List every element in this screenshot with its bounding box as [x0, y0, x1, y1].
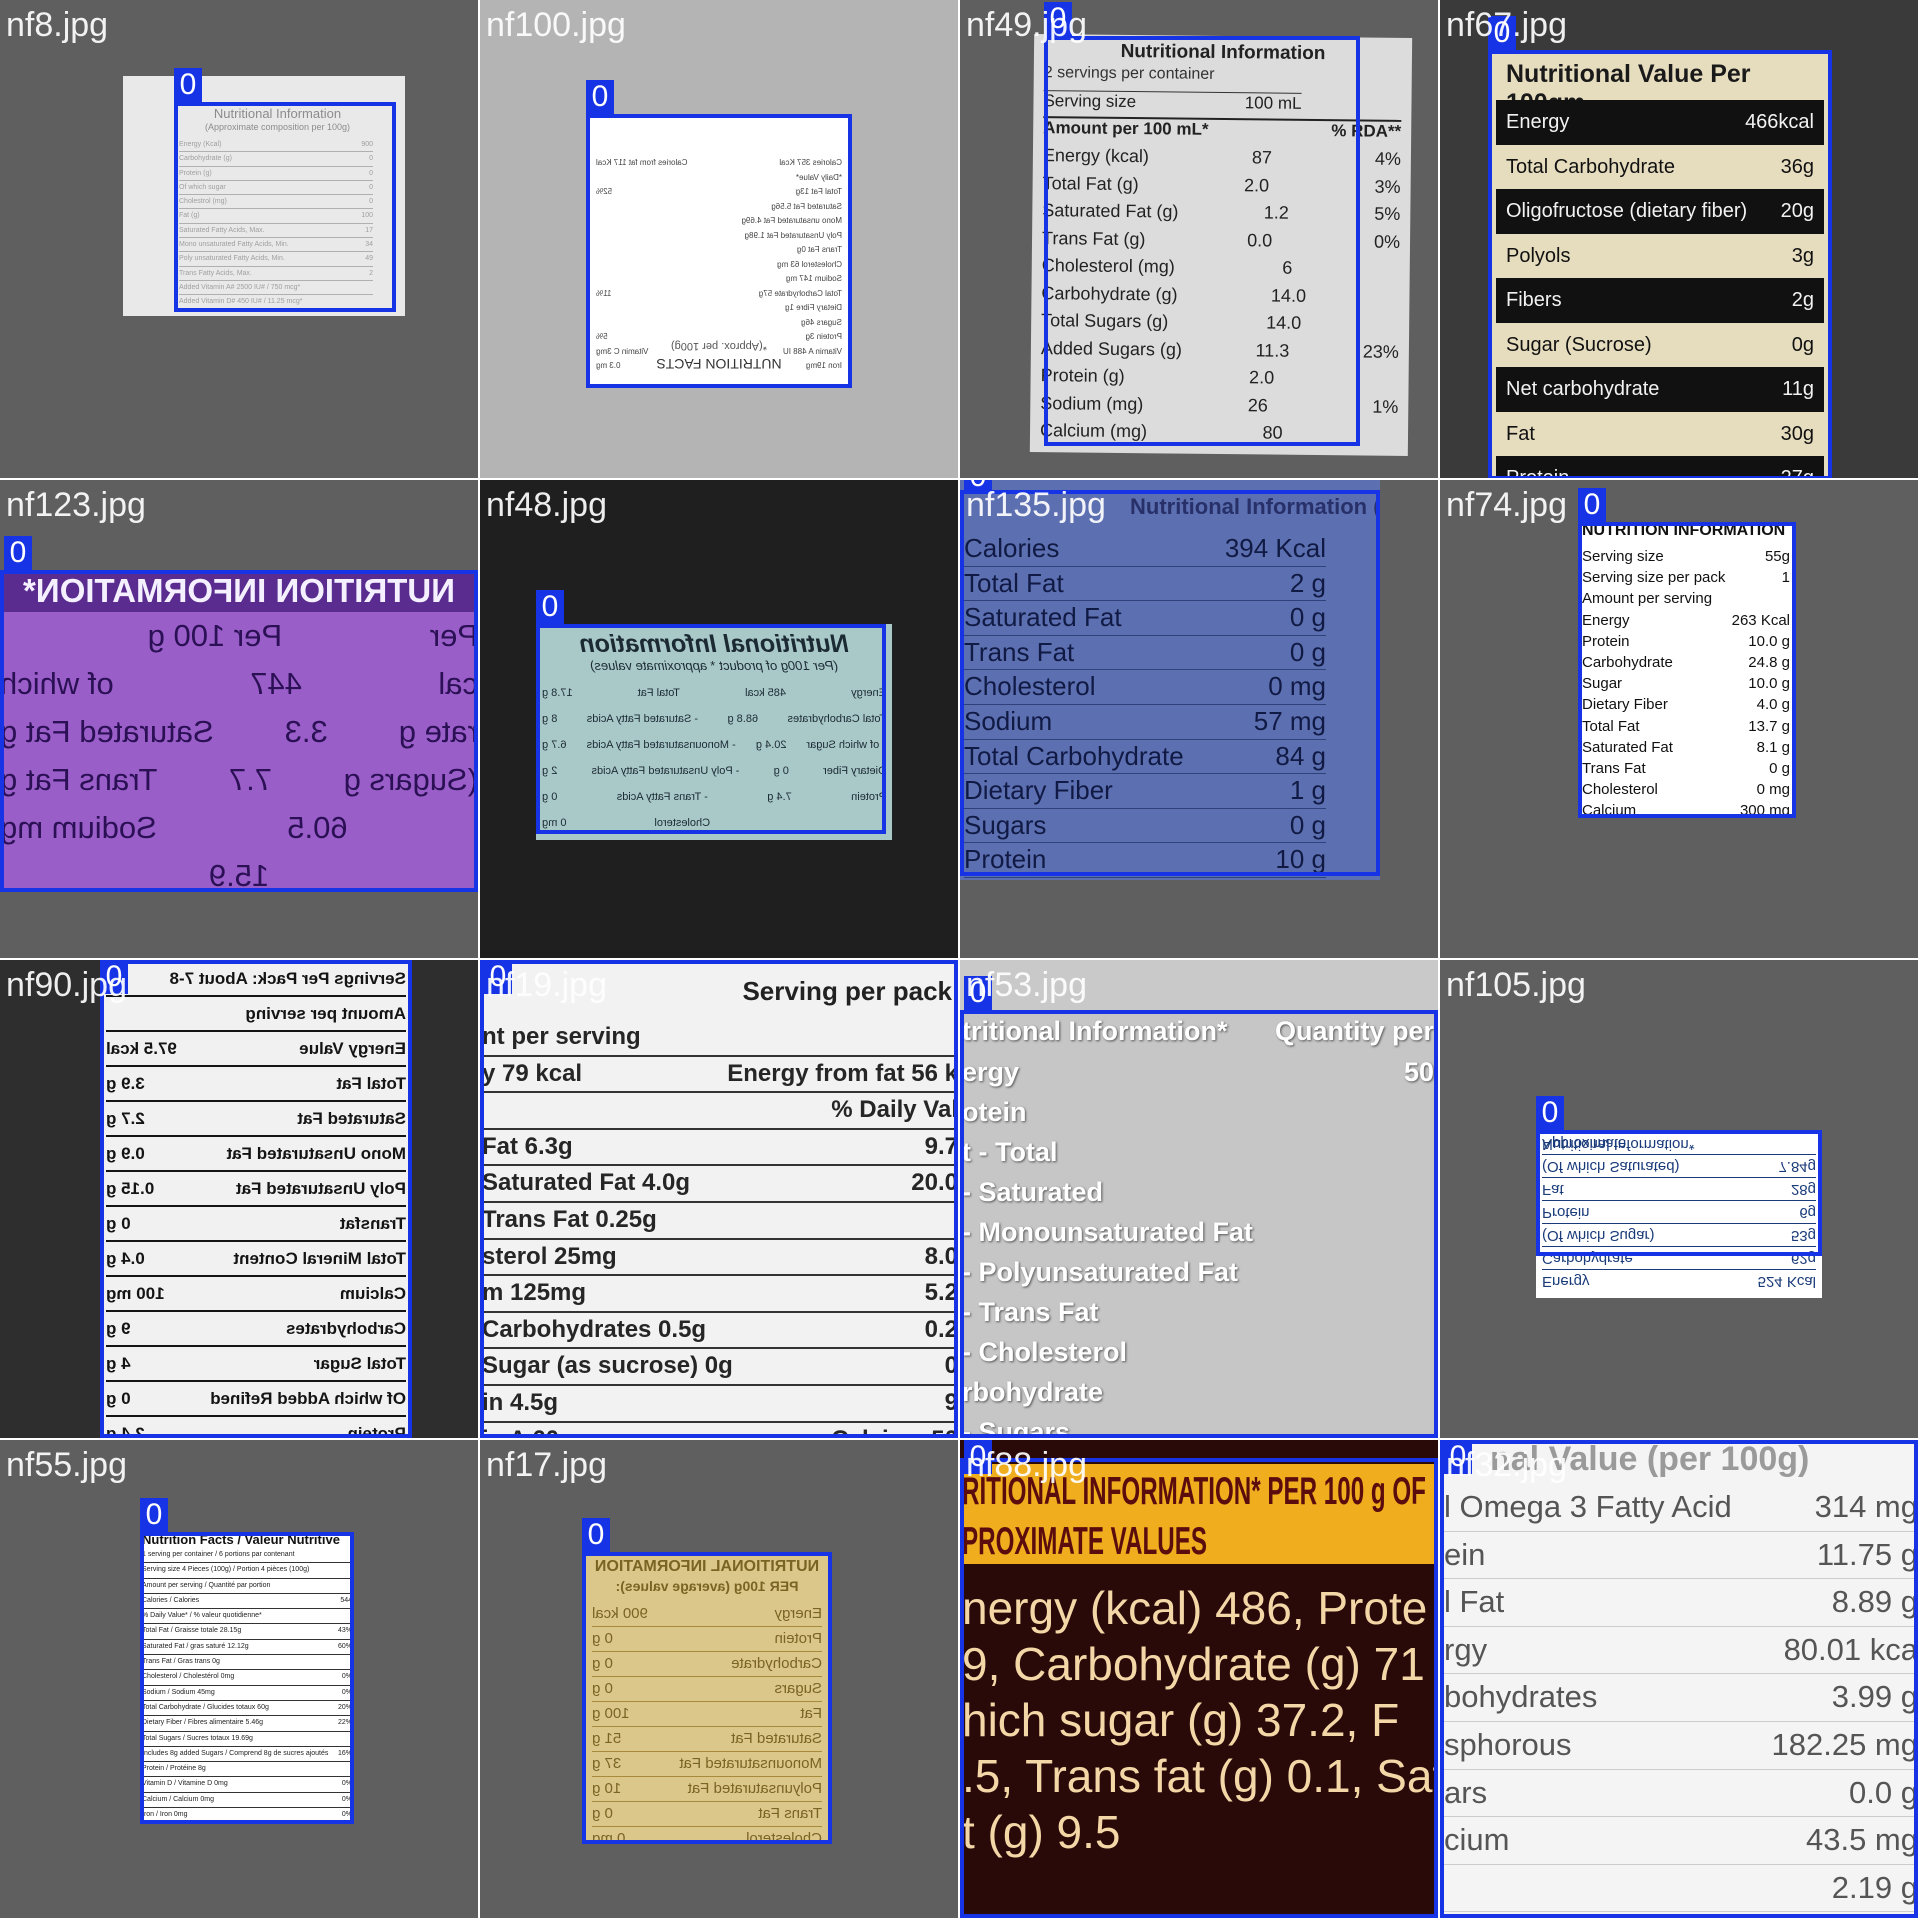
detection-box[interactable]: 0	[1044, 2, 1360, 446]
row-value: 524 Kcal	[1757, 1273, 1816, 1290]
class-tag: 0	[1578, 488, 1606, 522]
filename: nf105.jpg	[1446, 966, 1586, 1004]
tile-nf17[interactable]: NUTRITIONAL INFORMATION PER 100g (averag…	[480, 1440, 958, 1918]
class-tag: 0	[4, 536, 32, 570]
tile-nf74[interactable]: NUTRITION INFORMATION Serving size 55g Ser…	[1440, 480, 1918, 958]
class-tag: 0	[1536, 1096, 1564, 1130]
detection-box[interactable]: 0	[100, 960, 412, 1438]
class-tag: 0	[100, 960, 128, 994]
class-tag: 0	[964, 1440, 992, 1474]
detection-mosaic: Nutritional Information (Approximate com…	[0, 0, 1920, 1920]
row-value: 4%	[1374, 148, 1402, 169]
class-tag: 0	[964, 480, 992, 494]
class-tag: 0	[586, 80, 614, 114]
detection-box[interactable]: 0	[960, 976, 1438, 1438]
filename: nf74.jpg	[1446, 486, 1567, 524]
tile-nf90[interactable]: Servings Per Pack: About 7-8 Amount per s…	[0, 960, 478, 1438]
detection-box[interactable]: 0	[1578, 488, 1796, 818]
row-value: 23%	[1362, 340, 1399, 362]
filename: nf17.jpg	[486, 1446, 607, 1484]
detection-box[interactable]: 0	[960, 480, 1380, 876]
class-tag: 0	[140, 1498, 168, 1532]
class-tag: 0	[536, 590, 564, 624]
tile-nf53[interactable]: tritional Information* Quantity per ergy…	[960, 960, 1438, 1438]
tile-nf123[interactable]: NUTRITION INFORMATION* Per Per 100 g cal 44…	[0, 480, 478, 958]
filename: nf123.jpg	[6, 486, 146, 524]
detection-box[interactable]: 0	[536, 590, 886, 834]
detection-box[interactable]: 0	[960, 1440, 1438, 1918]
tile-nf135[interactable]: Nutritional Information (approx.) Per 10…	[960, 480, 1438, 958]
detection-box[interactable]: 0	[1488, 16, 1832, 478]
class-tag: 0	[1488, 16, 1516, 50]
tile-nf67[interactable]: Nutritional Value Per 100gm Energy466kca…	[1440, 0, 1918, 478]
filename: nf48.jpg	[486, 486, 607, 524]
class-tag: 0	[1044, 2, 1072, 36]
detection-box[interactable]: 0	[1440, 1440, 1918, 1918]
filename: nf8.jpg	[6, 6, 109, 44]
row-value: 5%	[1374, 203, 1401, 224]
tile-nf19[interactable]: Serving per pack nt per serving y 79 kcal…	[480, 960, 958, 1438]
row-value: 0%	[1373, 231, 1401, 252]
detection-box[interactable]: 0	[140, 1498, 354, 1824]
row-value: 1%	[1372, 396, 1399, 417]
detection-box[interactable]: 0	[480, 960, 958, 1438]
tile-nf100[interactable]: NUTRITION FACTS *(Approx. per 100g) Calo…	[480, 0, 958, 478]
detection-box[interactable]: 0	[586, 80, 852, 388]
class-tag: 0	[174, 68, 202, 102]
tile-nf105[interactable]: Energy 524 Kcal Carbohydrate 62g (Of which S…	[1440, 960, 1918, 1438]
tile-nf32[interactable]: nal Value (per 100g) l Omega 3 Fatty Aci…	[1440, 1440, 1918, 1918]
class-tag: 0	[964, 976, 992, 1010]
detection-box[interactable]: 0	[174, 68, 396, 312]
tile-nf8[interactable]: Nutritional Information (Approximate com…	[0, 0, 478, 478]
class-tag: 0	[484, 960, 512, 994]
tile-nf49[interactable]: Nutritional Information 2 servings per c…	[960, 0, 1438, 478]
detection-box[interactable]: 0	[1536, 1096, 1822, 1256]
tile-nf55[interactable]: Nutrition Facts / Valeur Nutritive 1 ser…	[0, 1440, 478, 1918]
nutrient-row: Energy 524 Kcal	[1542, 1269, 1816, 1292]
tile-nf88[interactable]: RITIONAL INFORMATION* PER 100 g OF PROXI…	[960, 1440, 1438, 1918]
row-value: 3%	[1374, 176, 1401, 197]
filename: nf55.jpg	[6, 1446, 127, 1484]
detection-box[interactable]: 0	[0, 536, 478, 892]
tile-nf48[interactable]: Nutritional Information (Per 100g of pro…	[480, 480, 958, 958]
filename: nf100.jpg	[486, 6, 626, 44]
class-tag: 0	[1444, 1440, 1472, 1474]
detection-box[interactable]: 0	[582, 1518, 832, 1844]
class-tag: 0	[582, 1518, 610, 1552]
row-label: Energy	[1542, 1273, 1590, 1290]
